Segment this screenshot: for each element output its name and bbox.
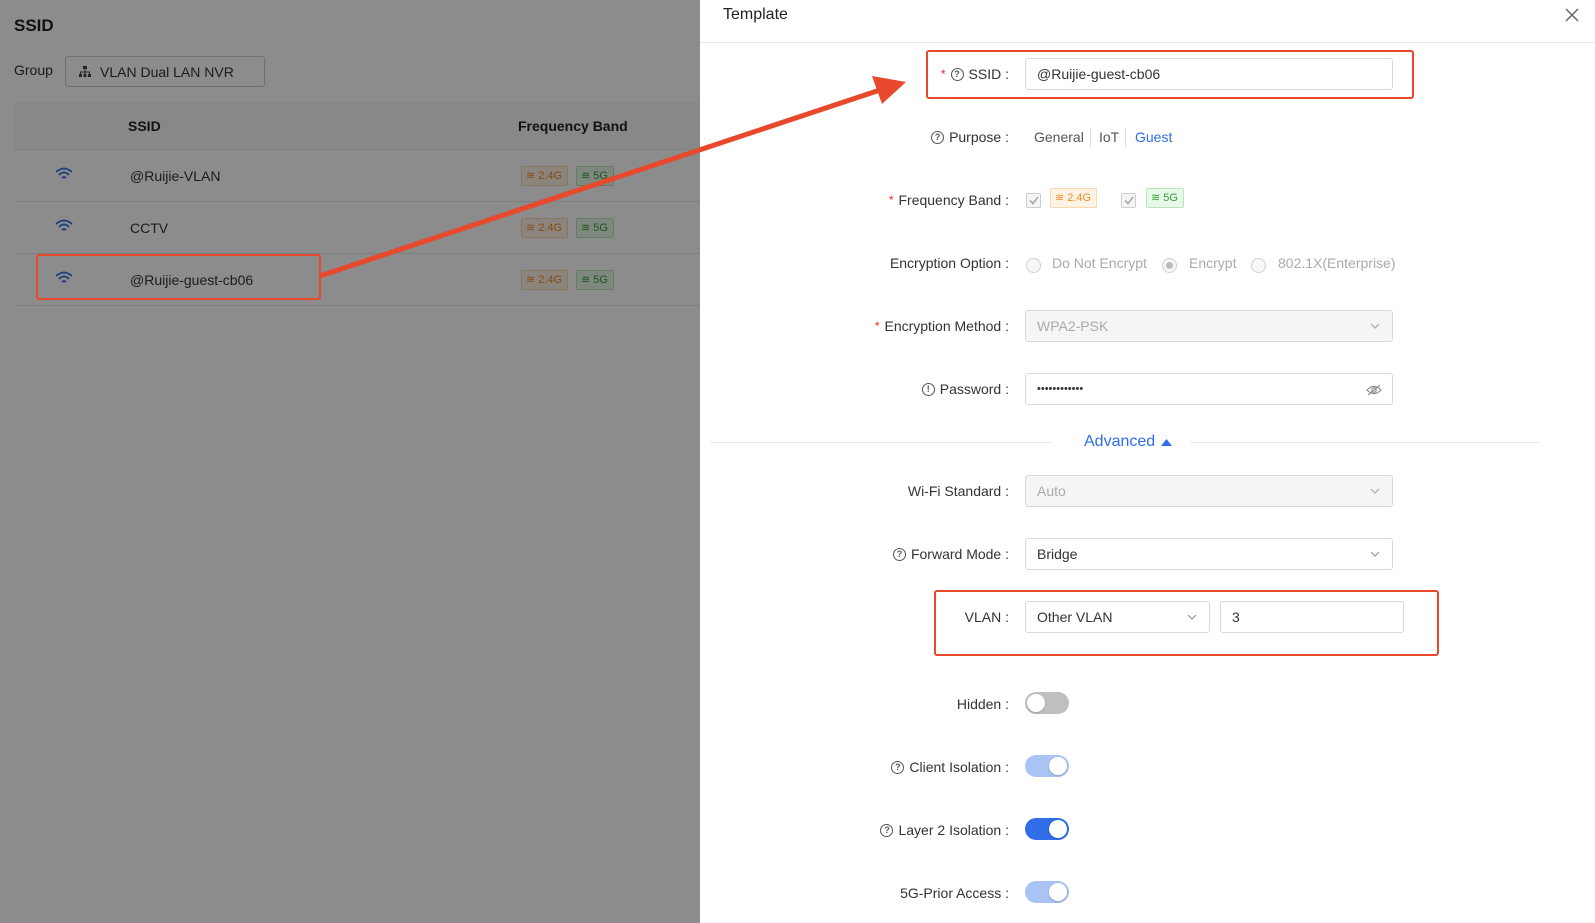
- question-icon[interactable]: ?: [880, 823, 894, 837]
- page-title: SSID: [14, 16, 54, 35]
- ssid-list-page: SSID Group VLAN Dual LAN NVR SSID Freque…: [0, 0, 700, 923]
- radio-label-encrypt: Encrypt: [1189, 255, 1237, 271]
- wifi-small-icon: ≋: [526, 170, 536, 182]
- layer2-isolation-label: ? Layer 2 Isolation :: [880, 822, 1009, 838]
- purpose-separator: [1090, 128, 1091, 147]
- vlan-type-select[interactable]: Other VLAN: [1025, 601, 1210, 633]
- password-input[interactable]: ••••••••••••: [1025, 373, 1393, 405]
- eye-off-icon[interactable]: [1366, 383, 1382, 397]
- forward-mode-select[interactable]: Bridge: [1025, 538, 1393, 570]
- wifi-icon: [55, 219, 73, 231]
- purpose-option-general[interactable]: General: [1034, 129, 1084, 145]
- info-icon[interactable]: !: [921, 382, 935, 396]
- vlan-label: VLAN :: [964, 609, 1009, 625]
- 5g-prior-access-toggle[interactable]: [1025, 881, 1069, 903]
- required-mark: *: [940, 67, 946, 81]
- band-24-tag: ≋ 2.4G: [521, 218, 569, 238]
- table-header: SSID Frequency Band: [14, 102, 700, 150]
- chevron-down-icon: [1370, 323, 1380, 329]
- purpose-field-label: ? Purpose :: [931, 129, 1009, 145]
- band-5-tag: ≋ 5G: [576, 270, 614, 290]
- advanced-toggle[interactable]: Advanced: [1084, 433, 1173, 451]
- band-24-tag: ≋ 2.4G: [521, 166, 569, 186]
- wifi-small-icon: ≋: [581, 170, 591, 182]
- radio-do-not-encrypt[interactable]: [1026, 258, 1041, 273]
- ssid-name: @Ruijie-VLAN: [130, 168, 221, 184]
- ssid-name: @Ruijie-guest-cb06: [130, 272, 254, 288]
- group-label: Group: [14, 62, 53, 78]
- purpose-option-iot[interactable]: IoT: [1099, 129, 1119, 145]
- encryption-method-select[interactable]: WPA2-PSK: [1025, 310, 1393, 342]
- purpose-separator: [1125, 128, 1126, 147]
- question-icon[interactable]: ?: [892, 547, 906, 561]
- divider: [700, 42, 1595, 43]
- radio-encrypt[interactable]: [1162, 258, 1177, 273]
- purpose-option-guest[interactable]: Guest: [1135, 129, 1172, 145]
- table-row[interactable]: @Ruijie-VLAN ≋ 2.4G ≋ 5G: [14, 150, 700, 202]
- wifi-small-icon: ≋: [526, 222, 536, 234]
- forward-mode-label: ? Forward Mode :: [892, 546, 1009, 562]
- ssid-field-label: * ? SSID :: [940, 66, 1009, 82]
- column-ssid: SSID: [128, 118, 161, 134]
- check-icon: [1124, 196, 1134, 205]
- wifi-icon: [55, 271, 73, 283]
- band-5-tag: ≋ 5G: [1146, 188, 1184, 208]
- question-icon[interactable]: ?: [891, 760, 905, 774]
- band-5-tag: ≋ 5G: [576, 218, 614, 238]
- required-mark: *: [888, 193, 894, 207]
- chevron-down-icon: [1370, 488, 1380, 494]
- table-row[interactable]: CCTV ≋ 2.4G ≋ 5G: [14, 202, 700, 254]
- wifi-small-icon: ≋: [1151, 192, 1161, 204]
- wifi-standard-label: Wi-Fi Standard :: [907, 483, 1009, 499]
- radio-label-enterprise: 802.1X(Enterprise): [1278, 255, 1396, 271]
- vlan-id-input[interactable]: 3: [1220, 601, 1404, 633]
- client-isolation-label: ? Client Isolation :: [891, 759, 1009, 775]
- check-icon: [1029, 196, 1039, 205]
- wifi-small-icon: ≋: [581, 222, 591, 234]
- group-select[interactable]: VLAN Dual LAN NVR: [65, 56, 265, 87]
- password-label: ! Password :: [921, 381, 1009, 397]
- chevron-down-icon: [1187, 614, 1197, 620]
- layer2-isolation-toggle[interactable]: [1025, 818, 1069, 840]
- hidden-label: Hidden :: [956, 696, 1009, 712]
- network-tree-icon: [79, 65, 91, 77]
- ssid-input[interactable]: @Ruijie-guest-cb06: [1025, 58, 1393, 90]
- divider: [1190, 442, 1540, 443]
- band-5-tag: ≋ 5G: [576, 166, 614, 186]
- encryption-method-label: * Encryption Method :: [874, 318, 1009, 334]
- wifi-small-icon: ≋: [581, 274, 591, 286]
- hidden-toggle[interactable]: [1025, 692, 1069, 714]
- question-icon[interactable]: ?: [950, 67, 964, 81]
- caret-up-icon: [1161, 438, 1173, 446]
- radio-enterprise[interactable]: [1251, 258, 1266, 273]
- checkbox-5g[interactable]: [1121, 193, 1136, 208]
- ssid-name: CCTV: [130, 220, 169, 236]
- checkbox-24g[interactable]: [1026, 193, 1041, 208]
- template-drawer: Template * ? SSID : @Ruijie-guest-cb06 ?…: [700, 0, 1595, 923]
- radio-label-do-not-encrypt: Do Not Encrypt: [1052, 255, 1147, 271]
- encryption-option-label: Encryption Option :: [889, 255, 1009, 271]
- band-24-tag: ≋ 2.4G: [521, 270, 569, 290]
- group-select-value: VLAN Dual LAN NVR: [100, 63, 234, 80]
- wifi-standard-select[interactable]: Auto: [1025, 475, 1393, 507]
- column-frequency-band: Frequency Band: [518, 118, 628, 134]
- client-isolation-toggle[interactable]: [1025, 755, 1069, 777]
- chevron-down-icon: [1370, 551, 1380, 557]
- question-icon[interactable]: ?: [931, 130, 945, 144]
- wifi-small-icon: ≋: [526, 274, 536, 286]
- required-mark: *: [874, 319, 880, 333]
- drawer-title: Template: [723, 6, 788, 23]
- table-row[interactable]: @Ruijie-guest-cb06 ≋ 2.4G ≋ 5G: [14, 254, 700, 306]
- close-icon[interactable]: [1563, 6, 1581, 24]
- divider: [710, 442, 1052, 443]
- wifi-icon: [55, 167, 73, 179]
- band-24-tag: ≋ 2.4G: [1050, 188, 1098, 208]
- wifi-small-icon: ≋: [1055, 192, 1065, 204]
- frequency-band-label: * Frequency Band :: [888, 192, 1009, 208]
- 5g-prior-access-label: 5G-Prior Access :: [900, 885, 1009, 901]
